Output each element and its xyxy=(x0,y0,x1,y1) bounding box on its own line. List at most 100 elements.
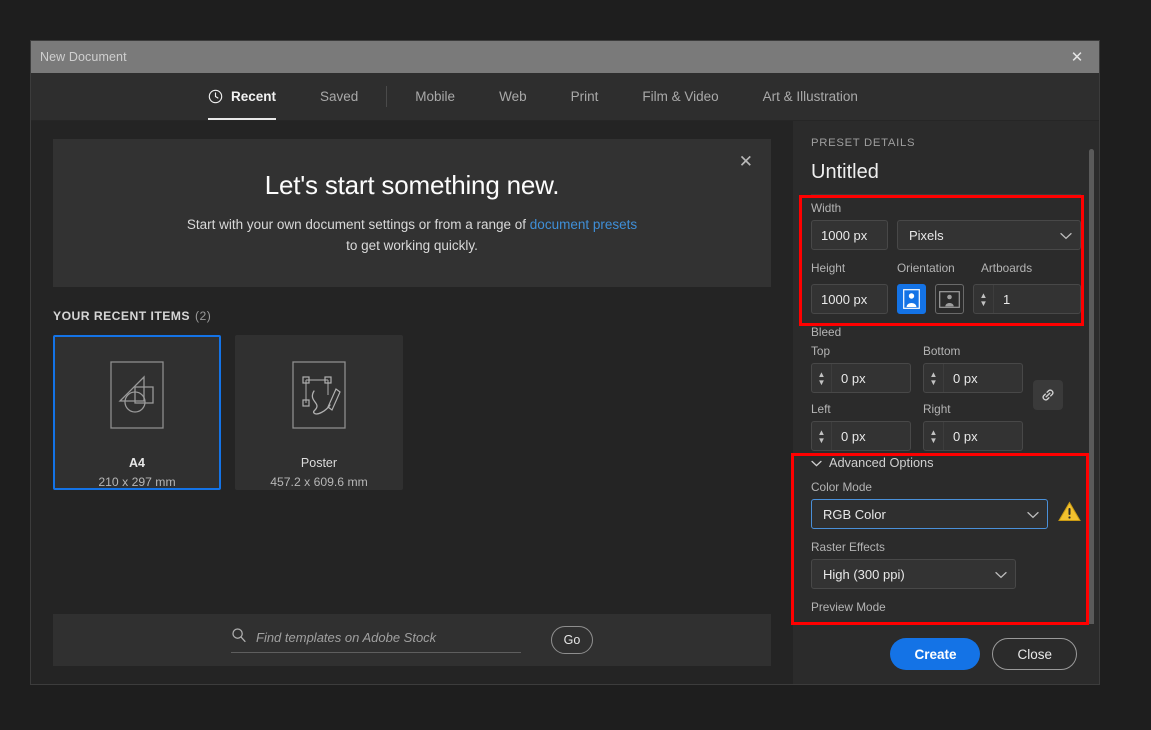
tab-saved[interactable]: Saved xyxy=(298,73,380,120)
bleed-left-right-row: ▲ ▼ 0 px ▲ ▼ 0 px xyxy=(811,421,1023,451)
tab-separator xyxy=(386,86,388,107)
preset-name-field[interactable]: Untitled xyxy=(811,161,1081,195)
tab-art-and-illustration[interactable]: Art & Illustration xyxy=(741,73,880,120)
artboards-stepper[interactable]: ▲ ▼ 1 xyxy=(973,284,1081,314)
bleed-left-value[interactable]: 0 px xyxy=(832,422,910,450)
tab-label: Art & Illustration xyxy=(762,89,858,104)
dialog-titlebar: New Document ✕ xyxy=(31,41,1099,73)
tab-label: Web xyxy=(499,89,527,104)
bleed-top-bottom-labels: Top Bottom xyxy=(811,344,1023,363)
color-mode-label: Color Mode xyxy=(811,480,872,494)
recent-item-name: Poster xyxy=(300,456,338,470)
bleed-left-stepper[interactable]: ▲ ▼ 0 px xyxy=(811,421,911,451)
banner-body: Start with your own document settings or… xyxy=(187,215,637,257)
close-icon[interactable]: ✕ xyxy=(733,149,759,174)
recent-items-grid: A4 210 x 297 mm Poster 457.2 x 609.6 mm xyxy=(53,335,771,490)
bleed-right-label: Right xyxy=(923,402,951,416)
width-label: Width xyxy=(811,201,842,215)
promo-banner: ✕ Let's start something new. Start with … xyxy=(53,139,771,287)
bleed-label: Bleed xyxy=(811,325,842,339)
raster-effects-value: High (300 ppi) xyxy=(823,566,905,582)
color-mode-select[interactable]: RGB Color xyxy=(811,499,1048,529)
landscape-orientation-icon[interactable] xyxy=(935,284,964,314)
tab-print[interactable]: Print xyxy=(549,73,621,120)
stepper-arrows-icon[interactable]: ▲ ▼ xyxy=(924,422,944,450)
stepper-down-icon[interactable]: ▼ xyxy=(930,436,938,444)
search-input[interactable] xyxy=(256,630,521,645)
color-mode-value: RGB Color xyxy=(823,506,886,522)
tab-web[interactable]: Web xyxy=(477,73,549,120)
bleed-top-bottom-row: ▲ ▼ 0 px ▲ ▼ 0 px xyxy=(811,363,1023,393)
recent-item-a4[interactable]: A4 210 x 297 mm xyxy=(53,335,221,490)
recent-items-count: (2) xyxy=(194,309,212,323)
bleed-grid: Top Bottom ▲ ▼ 0 px ▲ ▼ 0 px Left Right … xyxy=(811,344,1081,451)
stepper-arrows-icon[interactable]: ▲ ▼ xyxy=(924,364,944,392)
bleed-top-stepper[interactable]: ▲ ▼ 0 px xyxy=(811,363,911,393)
banner-body-after: to get working quickly. xyxy=(346,237,478,253)
stepper-up-icon[interactable]: ▲ xyxy=(818,428,826,436)
bleed-bottom-stepper[interactable]: ▲ ▼ 0 px xyxy=(923,363,1023,393)
recent-item-poster[interactable]: Poster 457.2 x 609.6 mm xyxy=(235,335,403,490)
warning-triangle-icon[interactable] xyxy=(1058,501,1081,527)
close-button[interactable]: Close xyxy=(992,638,1077,670)
artboards-value[interactable]: 1 xyxy=(994,285,1080,313)
recent-item-dimensions: 210 x 297 mm xyxy=(98,475,176,489)
advanced-options-toggle[interactable]: Advanced Options xyxy=(811,455,1081,470)
stepper-arrows-icon[interactable]: ▲ ▼ xyxy=(812,364,832,392)
stepper-up-icon[interactable]: ▲ xyxy=(930,370,938,378)
tab-mobile[interactable]: Mobile xyxy=(393,73,477,120)
bleed-bottom-value[interactable]: 0 px xyxy=(944,364,1022,392)
raster-effects-label: Raster Effects xyxy=(811,540,885,554)
color-mode-row: RGB Color xyxy=(811,499,1081,529)
chevron-down-icon xyxy=(1060,228,1072,243)
dialog-title: New Document xyxy=(40,50,127,64)
units-select[interactable]: Pixels xyxy=(897,220,1081,250)
preset-details-label: PRESET DETAILS xyxy=(811,137,916,149)
units-value: Pixels xyxy=(909,227,944,243)
stepper-arrows-icon[interactable]: ▲ ▼ xyxy=(812,422,832,450)
search-icon xyxy=(231,627,247,648)
tab-label: Film & Video xyxy=(642,89,719,104)
stock-search-bar: Go xyxy=(53,614,771,666)
tab-recent[interactable]: Recent xyxy=(186,73,298,120)
raster-effects-select[interactable]: High (300 ppi) xyxy=(811,559,1016,589)
recent-items-title: YOUR RECENT ITEMS xyxy=(53,309,190,323)
pane-spacer xyxy=(53,490,771,614)
stepper-down-icon[interactable]: ▼ xyxy=(980,299,988,307)
height-orientation-row: 1000 px ▲ ▼ 1 xyxy=(811,284,1081,314)
chevron-down-icon xyxy=(1027,507,1039,522)
banner-body-before: Start with your own document settings or… xyxy=(186,216,530,232)
height-orientation-labels: Height Orientation Artboards xyxy=(811,261,1081,280)
portrait-orientation-icon[interactable] xyxy=(897,284,926,314)
tab-label: Mobile xyxy=(415,89,456,104)
bleed-top-label: Top xyxy=(811,344,831,358)
preview-mode-label: Preview Mode xyxy=(811,600,886,614)
document-presets-link[interactable]: document presets xyxy=(530,217,637,232)
stepper-down-icon[interactable]: ▼ xyxy=(818,436,826,444)
stepper-arrows-icon[interactable]: ▲ ▼ xyxy=(974,285,994,313)
stepper-down-icon[interactable]: ▼ xyxy=(930,378,938,386)
stepper-up-icon[interactable]: ▲ xyxy=(980,291,988,299)
search-go-button[interactable]: Go xyxy=(551,626,593,654)
preset-scrollbar[interactable] xyxy=(1089,149,1094,624)
search-field-wrap xyxy=(231,627,521,653)
stepper-up-icon[interactable]: ▲ xyxy=(818,370,826,378)
recent-item-dimensions: 457.2 x 609.6 mm xyxy=(270,475,368,489)
recent-items-heading: YOUR RECENT ITEMS (2) xyxy=(53,309,771,323)
templates-pane: ✕ Let's start something new. Start with … xyxy=(31,121,793,684)
new-document-dialog: New Document ✕ Recent Saved Mobile Web P… xyxy=(30,40,1100,685)
close-icon[interactable]: ✕ xyxy=(1055,41,1099,73)
bleed-right-value[interactable]: 0 px xyxy=(944,422,1022,450)
width-input[interactable]: 1000 px xyxy=(811,220,888,250)
stepper-down-icon[interactable]: ▼ xyxy=(818,378,826,386)
banner-heading: Let's start something new. xyxy=(264,169,560,200)
stepper-up-icon[interactable]: ▲ xyxy=(930,428,938,436)
bleed-top-value[interactable]: 0 px xyxy=(832,364,910,392)
height-input[interactable]: 1000 px xyxy=(811,284,888,314)
bleed-right-stepper[interactable]: ▲ ▼ 0 px xyxy=(923,421,1023,451)
width-row: 1000 px Pixels xyxy=(811,220,1081,250)
bleed-left-right-labels: Left Right xyxy=(811,402,1023,421)
tab-film-and-video[interactable]: Film & Video xyxy=(620,73,740,120)
create-button[interactable]: Create xyxy=(890,638,981,670)
link-chain-icon[interactable] xyxy=(1033,380,1063,410)
